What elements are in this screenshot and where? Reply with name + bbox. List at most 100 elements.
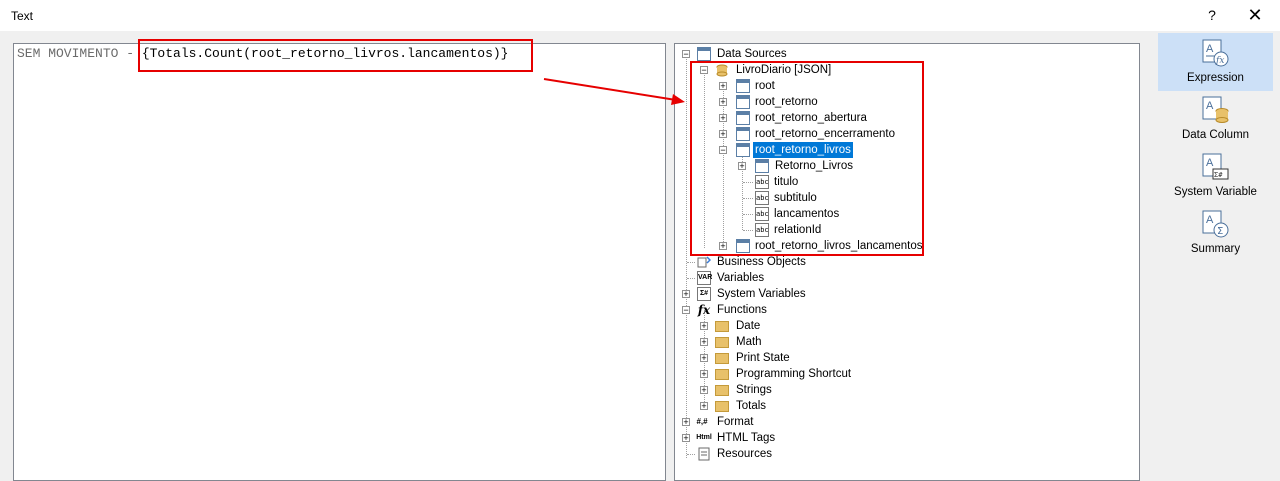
data-column-icon: A	[1201, 96, 1229, 124]
expand-toggle[interactable]: +	[738, 162, 746, 171]
tree-node-retorno-livros-relation[interactable]: + Retorno_Livros	[675, 158, 1135, 174]
svg-text:fx: fx	[1215, 56, 1224, 66]
window-title: Text	[11, 9, 34, 23]
expand-toggle[interactable]: +	[700, 322, 708, 331]
tree-line	[743, 182, 753, 183]
data-column-mode-button[interactable]: A Data Column	[1158, 90, 1273, 148]
expand-toggle[interactable]: +	[700, 386, 708, 395]
tree-node-titulo[interactable]: abc titulo	[675, 174, 1135, 190]
title-bar: Text ? ✕	[0, 0, 1280, 31]
expand-toggle[interactable]: +	[700, 338, 708, 347]
variables-icon: VAR	[697, 271, 712, 285]
expand-toggle[interactable]: +	[682, 290, 690, 299]
folder-icon	[715, 353, 729, 364]
tree-node-lancamentos[interactable]: abc lancamentos	[675, 206, 1135, 222]
tree-node-root-retorno-livros-lancamentos[interactable]: + root_retorno_livros_lancamentos	[675, 238, 1135, 254]
tree-node-date[interactable]: + Date	[675, 318, 1135, 334]
help-button[interactable]: ?	[1202, 5, 1222, 25]
tree-node-functions[interactable]: − fx Functions	[675, 302, 1135, 318]
tree-label: Programming Shortcut	[736, 368, 852, 380]
table-icon	[736, 143, 750, 157]
expand-toggle[interactable]: +	[682, 434, 690, 443]
tree-node-strings[interactable]: + Strings	[675, 382, 1135, 398]
collapse-toggle[interactable]: −	[682, 50, 690, 59]
collapse-toggle[interactable]: −	[682, 306, 690, 315]
tree-line	[743, 198, 753, 199]
tree-node-livrodiario[interactable]: − LivroDiario [JSON]	[675, 62, 1135, 78]
tree-label: Variables	[717, 272, 765, 284]
tree-node-root-retorno-livros[interactable]: − root_retorno_livros	[675, 142, 1135, 158]
svg-text:Σ: Σ	[1217, 226, 1223, 237]
relation-icon	[755, 159, 769, 173]
mode-panel: Afx Expression A Data Column A Σ# System …	[1150, 31, 1280, 481]
tree-node-html-tags[interactable]: + Html HTML Tags	[675, 430, 1135, 446]
mode-label: System Variable	[1174, 186, 1257, 198]
svg-text:A: A	[1206, 157, 1214, 169]
table-icon	[736, 127, 750, 141]
folder-icon	[715, 337, 729, 348]
tree-node-totals[interactable]: + Totals	[675, 398, 1135, 414]
close-button[interactable]: ✕	[1244, 5, 1266, 25]
tree-label: Functions	[717, 304, 767, 316]
tree-node-resources[interactable]: Resources	[675, 446, 1135, 462]
tree-label: Totals	[736, 400, 767, 412]
tree-label: Resources	[717, 448, 772, 460]
tree-node-system-variables[interactable]: + Σ# System Variables	[675, 286, 1135, 302]
tree-node-data-sources[interactable]: − Data Sources	[675, 46, 1135, 62]
dictionary-tree[interactable]: − Data Sources − LivroDiario [JSON] + ro…	[674, 43, 1140, 481]
database-icon	[715, 63, 729, 77]
expand-toggle[interactable]: +	[719, 130, 727, 139]
expand-toggle[interactable]: +	[700, 402, 708, 411]
expand-toggle[interactable]: +	[719, 242, 727, 251]
folder-icon	[715, 369, 729, 380]
tree-line	[743, 214, 753, 215]
mode-label: Data Column	[1181, 129, 1250, 141]
system-variables-icon: Σ#	[697, 287, 711, 301]
tree-node-variables[interactable]: VAR Variables	[675, 270, 1135, 286]
table-icon	[736, 239, 750, 253]
tree-label: root	[755, 80, 775, 92]
tree-node-programming-shortcut[interactable]: + Programming Shortcut	[675, 366, 1135, 382]
expression-mode-button[interactable]: Afx Expression	[1158, 33, 1273, 91]
resources-icon	[697, 447, 711, 461]
tree-node-root-retorno[interactable]: + root_retorno	[675, 94, 1135, 110]
tree-node-format[interactable]: + #,# Format	[675, 414, 1135, 430]
summary-mode-button[interactable]: AΣ Summary	[1158, 204, 1273, 262]
tree-node-root-retorno-encerramento[interactable]: + root_retorno_encerramento	[675, 126, 1135, 142]
tree-node-relationid[interactable]: abc relationId	[675, 222, 1135, 238]
tree-label: Data Sources	[717, 48, 787, 60]
table-icon	[736, 111, 750, 125]
expand-toggle[interactable]: +	[719, 114, 727, 123]
tree-node-root-retorno-abertura[interactable]: + root_retorno_abertura	[675, 110, 1135, 126]
tree-label: Retorno_Livros	[775, 160, 853, 172]
collapse-toggle[interactable]: −	[700, 66, 708, 75]
expand-toggle[interactable]: +	[700, 354, 708, 363]
svg-text:Σ#: Σ#	[1214, 171, 1223, 179]
tree-node-subtitulo[interactable]: abc subtitulo	[675, 190, 1135, 206]
folder-icon	[715, 401, 729, 412]
expand-toggle[interactable]: +	[719, 98, 727, 107]
tree-label: Date	[736, 320, 761, 332]
tree-label: root_retorno	[755, 96, 818, 108]
expand-toggle[interactable]: +	[719, 82, 727, 91]
tree-label: root_retorno_abertura	[755, 112, 867, 124]
tree-label: relationId	[774, 224, 822, 236]
annotation-arrow	[543, 78, 685, 105]
tree-node-print-state[interactable]: + Print State	[675, 350, 1135, 366]
string-column-icon: abc	[755, 223, 769, 237]
summary-icon: AΣ	[1201, 210, 1229, 238]
editor-expression: {Totals.Count(root_retorno_livros.lancam…	[141, 46, 509, 61]
tree-node-root[interactable]: + root	[675, 78, 1135, 94]
editor-text[interactable]: SEM MOVIMENTO - {Totals.Count(root_retor…	[17, 46, 509, 61]
tree-label-selected: root_retorno_livros	[753, 142, 853, 158]
editor-prefix: SEM MOVIMENTO -	[17, 46, 142, 61]
tree-node-math[interactable]: + Math	[675, 334, 1135, 350]
expand-toggle[interactable]: +	[682, 418, 690, 427]
table-icon	[736, 79, 750, 93]
html-tags-icon: Html	[696, 434, 712, 441]
system-variable-mode-button[interactable]: A Σ# System Variable	[1158, 147, 1273, 205]
tree-label: root_retorno_livros_lancamentos	[755, 240, 923, 252]
tree-node-business-objects[interactable]: Business Objects	[675, 254, 1135, 270]
collapse-toggle[interactable]: −	[719, 146, 727, 155]
expand-toggle[interactable]: +	[700, 370, 708, 379]
